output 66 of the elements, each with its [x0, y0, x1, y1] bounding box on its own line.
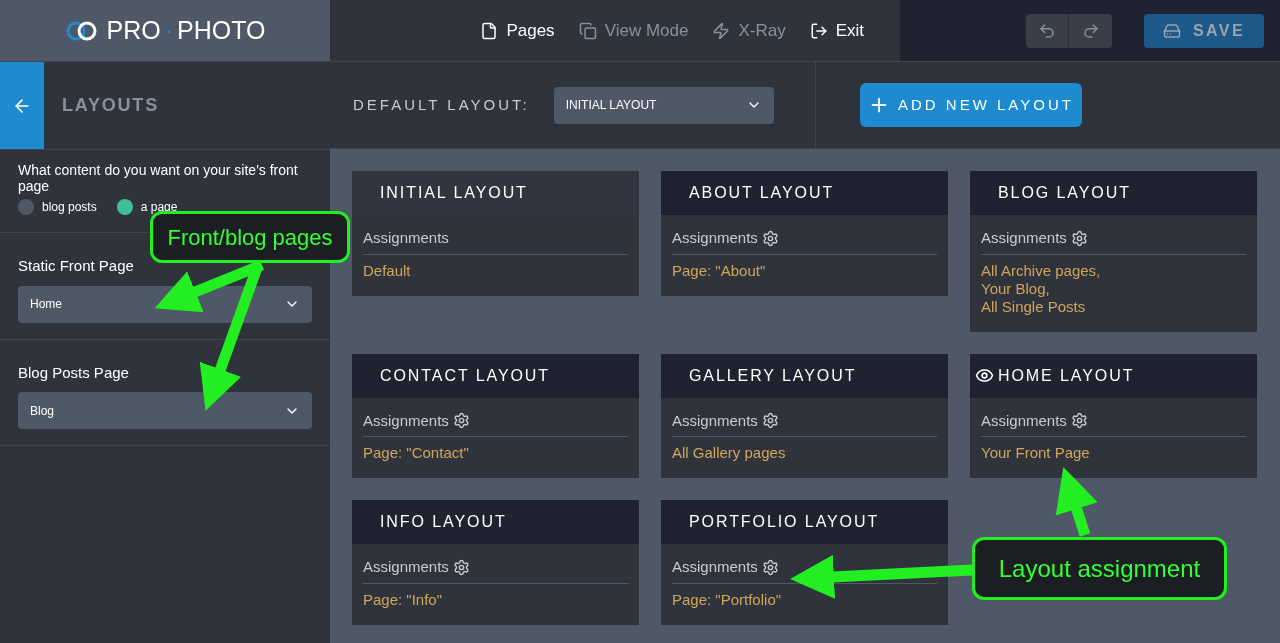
assignments-label: Assignments — [672, 228, 758, 248]
radio-label: blog posts — [42, 199, 97, 216]
card-title: HOME LAYOUT — [998, 365, 1135, 386]
annotation-callout: Layout assignment — [972, 537, 1227, 600]
redo-icon — [1081, 21, 1100, 40]
sidebar-title: LAYOUTS — [62, 94, 159, 117]
layout-card[interactable]: INITIAL LAYOUT Assignments Default — [352, 171, 639, 296]
assignments-label: Assignments — [981, 410, 1067, 431]
assignments-label: Assignments — [363, 228, 449, 248]
card-title: ABOUT LAYOUT — [689, 183, 835, 203]
assignments-label: Assignments — [981, 228, 1067, 248]
settings-icon[interactable] — [452, 412, 470, 430]
default-layout-label: DEFAULT LAYOUT: — [353, 94, 530, 115]
nav-link[interactable]: Exit — [809, 17, 864, 44]
lightning-icon — [712, 21, 731, 40]
layout-card[interactable]: CONTACT LAYOUT Assignments Page: "Contact" — [352, 353, 639, 478]
hard-drive-icon — [1163, 21, 1181, 40]
field-label: Blog Posts Page — [18, 362, 130, 383]
assignments-label: Assignments — [672, 557, 758, 577]
card-title: PORTFOLIO LAYOUT — [689, 512, 880, 532]
settings-icon[interactable] — [452, 558, 470, 576]
nav-link[interactable]: Pages — [480, 17, 555, 44]
settings-icon[interactable] — [761, 558, 779, 576]
undo-icon — [1038, 21, 1056, 40]
card-title: INFO LAYOUT — [380, 512, 507, 532]
field-label: Static Front Page — [18, 256, 135, 276]
assignment-text: Page: "About" — [672, 261, 767, 280]
assignment-text: Page: "Contact" — [363, 444, 470, 462]
assignments-label: Assignments — [363, 410, 449, 431]
assignment-text: Your Blog, — [981, 279, 1051, 298]
undo-button[interactable] — [1026, 13, 1069, 48]
settings-icon[interactable] — [761, 412, 779, 430]
add-layout-button[interactable]: ADD NEW LAYOUT — [860, 83, 1082, 127]
assignment-text: Default — [363, 261, 412, 280]
settings-icon[interactable] — [1070, 412, 1088, 430]
assignment-text: All Gallery pages — [672, 444, 787, 462]
layout-card[interactable]: BLOG LAYOUT Assignments All Archive pages, Your Blog, All Single Posts — [970, 171, 1257, 332]
card-title: CONTACT LAYOUT — [380, 365, 550, 386]
radio-button[interactable] — [18, 199, 34, 215]
assignment-text: Your Front Page — [981, 444, 1091, 462]
card-title: GALLERY LAYOUT — [689, 365, 857, 386]
card-title: INITIAL LAYOUT — [380, 183, 528, 203]
card-title: BLOG LAYOUT — [998, 183, 1131, 203]
redo-button[interactable] — [1069, 13, 1112, 48]
assignments-label: Assignments — [363, 557, 449, 577]
page-select[interactable]: Blog — [18, 392, 312, 429]
layout-card[interactable]: PORTFOLIO LAYOUT Assignments Page: "Portfolio" — [661, 500, 948, 625]
layout-card[interactable]: HOME LAYOUT Assignments Your Front Page — [970, 353, 1257, 478]
stacked-pages-icon — [578, 21, 597, 40]
exit-icon — [809, 21, 828, 40]
assignments-label: Assignments — [672, 410, 758, 431]
settings-icon[interactable] — [1070, 229, 1088, 247]
layout-card[interactable]: ABOUT LAYOUT Assignments Page: "About" — [661, 171, 948, 296]
assignment-text: All Archive pages, — [981, 261, 1102, 280]
question-label: What content do you want on your site's front page — [18, 162, 299, 194]
layout-card[interactable]: GALLERY LAYOUT Assignments All Gallery pages — [661, 353, 948, 478]
settings-icon[interactable] — [761, 229, 779, 247]
assignment-text: Page: "Portfolio" — [672, 590, 783, 609]
annotation-arrow — [1055, 467, 1098, 537]
rings-logo-icon — [64, 19, 99, 42]
assignment-text: All Single Posts — [981, 297, 1087, 316]
layout-card[interactable]: INFO LAYOUT Assignments Page: "Info" — [352, 500, 639, 625]
page-icon — [480, 21, 499, 40]
assignment-text: Page: "Info" — [363, 590, 444, 609]
default-layout-select[interactable]: INITIAL LAYOUT — [553, 86, 774, 124]
radio-button[interactable] — [116, 199, 133, 215]
